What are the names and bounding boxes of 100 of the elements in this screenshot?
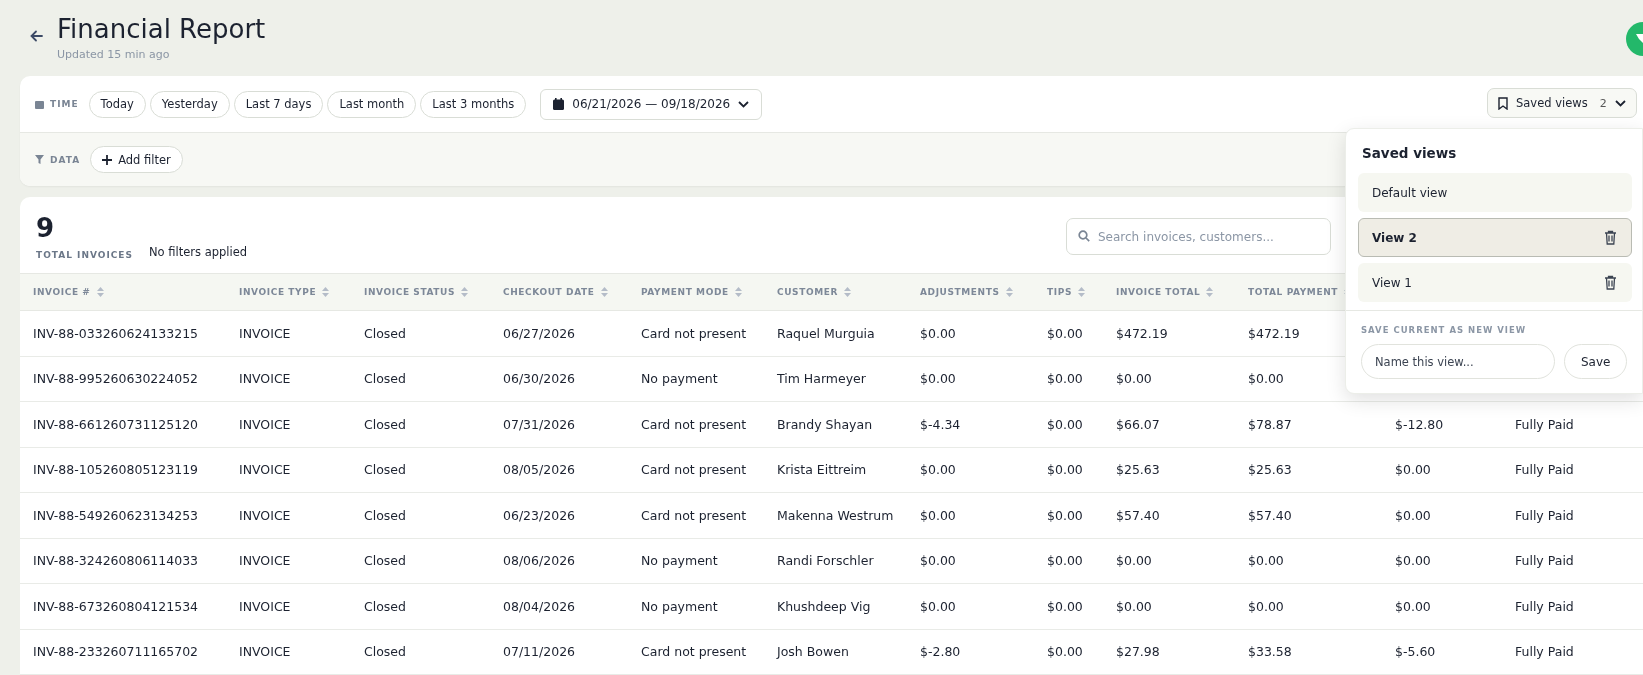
sort-icon [96,287,104,297]
chevron-down-icon [1614,99,1626,107]
view-name: Default view [1372,185,1448,200]
table-cell: INVOICE [239,507,291,523]
search-icon [1078,230,1090,242]
time-label: TIME [50,99,79,109]
trash-icon[interactable] [1604,230,1617,245]
table-cell: $0.00 [1248,371,1284,387]
table-cell: $0.00 [1047,416,1083,432]
table-cell: $78.87 [1248,416,1292,432]
sort-icon [1077,287,1085,297]
table-cell: INV-88-673260804121534 [33,598,199,614]
time-preset-chip[interactable]: Last 3 months [420,90,527,118]
table-cell: $-5.60 [1395,644,1436,660]
sort-icon [600,287,608,297]
table-cell: No payment [641,371,718,387]
table-cell: Khushdeep Vig [777,598,871,614]
table-cell: Fully Paid [1515,507,1574,523]
table-cell: 08/06/2026 [503,553,576,569]
table-cell: $33.58 [1248,644,1292,660]
table-cell: $0.00 [920,325,956,341]
table-cell: $0.00 [920,553,956,569]
table-cell: Fully Paid [1515,462,1574,478]
table-cell: INV-88-995260630224052 [33,371,199,387]
table-cell: INV-88-105260805123119 [33,462,199,478]
saved-view-item[interactable]: Default view [1358,173,1632,212]
count-label: TOTAL INVOICES [36,250,133,260]
table-cell: $0.00 [1395,507,1431,523]
table-cell: $0.00 [920,462,956,478]
trash-icon[interactable] [1604,275,1617,290]
chevron-down-icon [738,100,750,108]
sort-icon [844,287,852,297]
table-cell: $-2.80 [920,644,961,660]
time-preset-chip[interactable]: Today [88,90,146,118]
table-cell: $0.00 [1248,553,1284,569]
search-field[interactable]: Search invoices, customers... [1066,218,1331,255]
table-cell: $0.00 [1047,325,1083,341]
table-cell: $0.00 [1395,598,1431,614]
table-cell: INVOICE [239,644,291,660]
table-cell: INVOICE [239,371,291,387]
table-cell: $0.00 [1047,553,1083,569]
saved-view-item[interactable]: View 1 [1358,263,1632,302]
table-cell: 06/27/2026 [503,325,576,341]
saved-view-item[interactable]: View 2 [1358,218,1632,257]
table-cell: $0.00 [1116,553,1152,569]
sort-icon [1005,287,1013,297]
popup-title: Saved views [1361,144,1458,161]
table-cell: Tim Harmeyer [777,371,866,387]
time-preset-chip[interactable]: Last month [327,90,417,118]
back-arrow-icon[interactable] [30,30,43,42]
table-cell: Fully Paid [1515,598,1574,614]
table-cell: INV-88-233260711165702 [33,644,199,660]
view-name: View 2 [1372,230,1417,245]
table-cell: INVOICE [239,416,291,432]
table-cell: $0.00 [1047,462,1083,478]
time-preset-chip[interactable]: Last 7 days [233,90,324,118]
bookmark-icon [1498,96,1508,110]
table-cell: 07/11/2026 [503,644,576,660]
table-cell: $-12.80 [1395,416,1444,432]
avatar-icon[interactable] [1625,22,1643,56]
updated-text: Updated 15 min ago [57,48,171,61]
saved-views-button[interactable]: Saved views 2 [1487,88,1637,118]
table-cell: $0.00 [1047,598,1083,614]
table-cell: No payment [641,598,718,614]
table-cell: $0.00 [920,507,956,523]
date-range-picker[interactable]: 06/21/2026 — 09/18/2026 [540,88,763,120]
data-label: DATA [50,154,81,165]
table-cell: INV-88-549260623134253 [33,507,199,523]
table-cell: INV-88-033260624133215 [33,325,199,341]
time-preset-chip[interactable]: Yesterday [149,90,230,118]
table-cell: Randi Forschler [777,553,874,569]
save-button[interactable]: Save [1564,344,1628,379]
table-cell: Closed [364,507,406,523]
table-cell: $472.19 [1116,325,1168,341]
table-cell: $0.00 [1395,553,1431,569]
table-cell: Josh Bowen [777,644,849,660]
table-cell: Fully Paid [1515,644,1574,660]
table-cell: 06/30/2026 [503,371,576,387]
page-title: Financial Report [57,14,266,44]
table-cell: $0.00 [1116,598,1152,614]
view-name-field[interactable]: Name this view... [1361,344,1555,379]
table-cell: $0.00 [1047,644,1083,660]
table-cell: Closed [364,598,406,614]
invoice-count: 9 [36,214,56,242]
table-cell: INV-88-324260806114033 [33,553,199,569]
table-cell: 08/05/2026 [503,462,576,478]
table-cell: $0.00 [1248,598,1284,614]
table-cell: $27.98 [1116,644,1160,660]
add-filter-button[interactable]: Add filter [90,146,183,173]
table-cell: Closed [364,325,406,341]
sort-icon [322,287,330,297]
table-cell: Fully Paid [1515,416,1574,432]
table-cell: Fully Paid [1515,553,1574,569]
table-cell: Closed [364,553,406,569]
table-cell: $25.63 [1116,462,1160,478]
table-cell: Card not present [641,416,747,432]
table-cell: 06/23/2026 [503,507,576,523]
table-cell: Closed [364,416,406,432]
table-cell: INVOICE [239,598,291,614]
table-cell: INVOICE [239,325,291,341]
